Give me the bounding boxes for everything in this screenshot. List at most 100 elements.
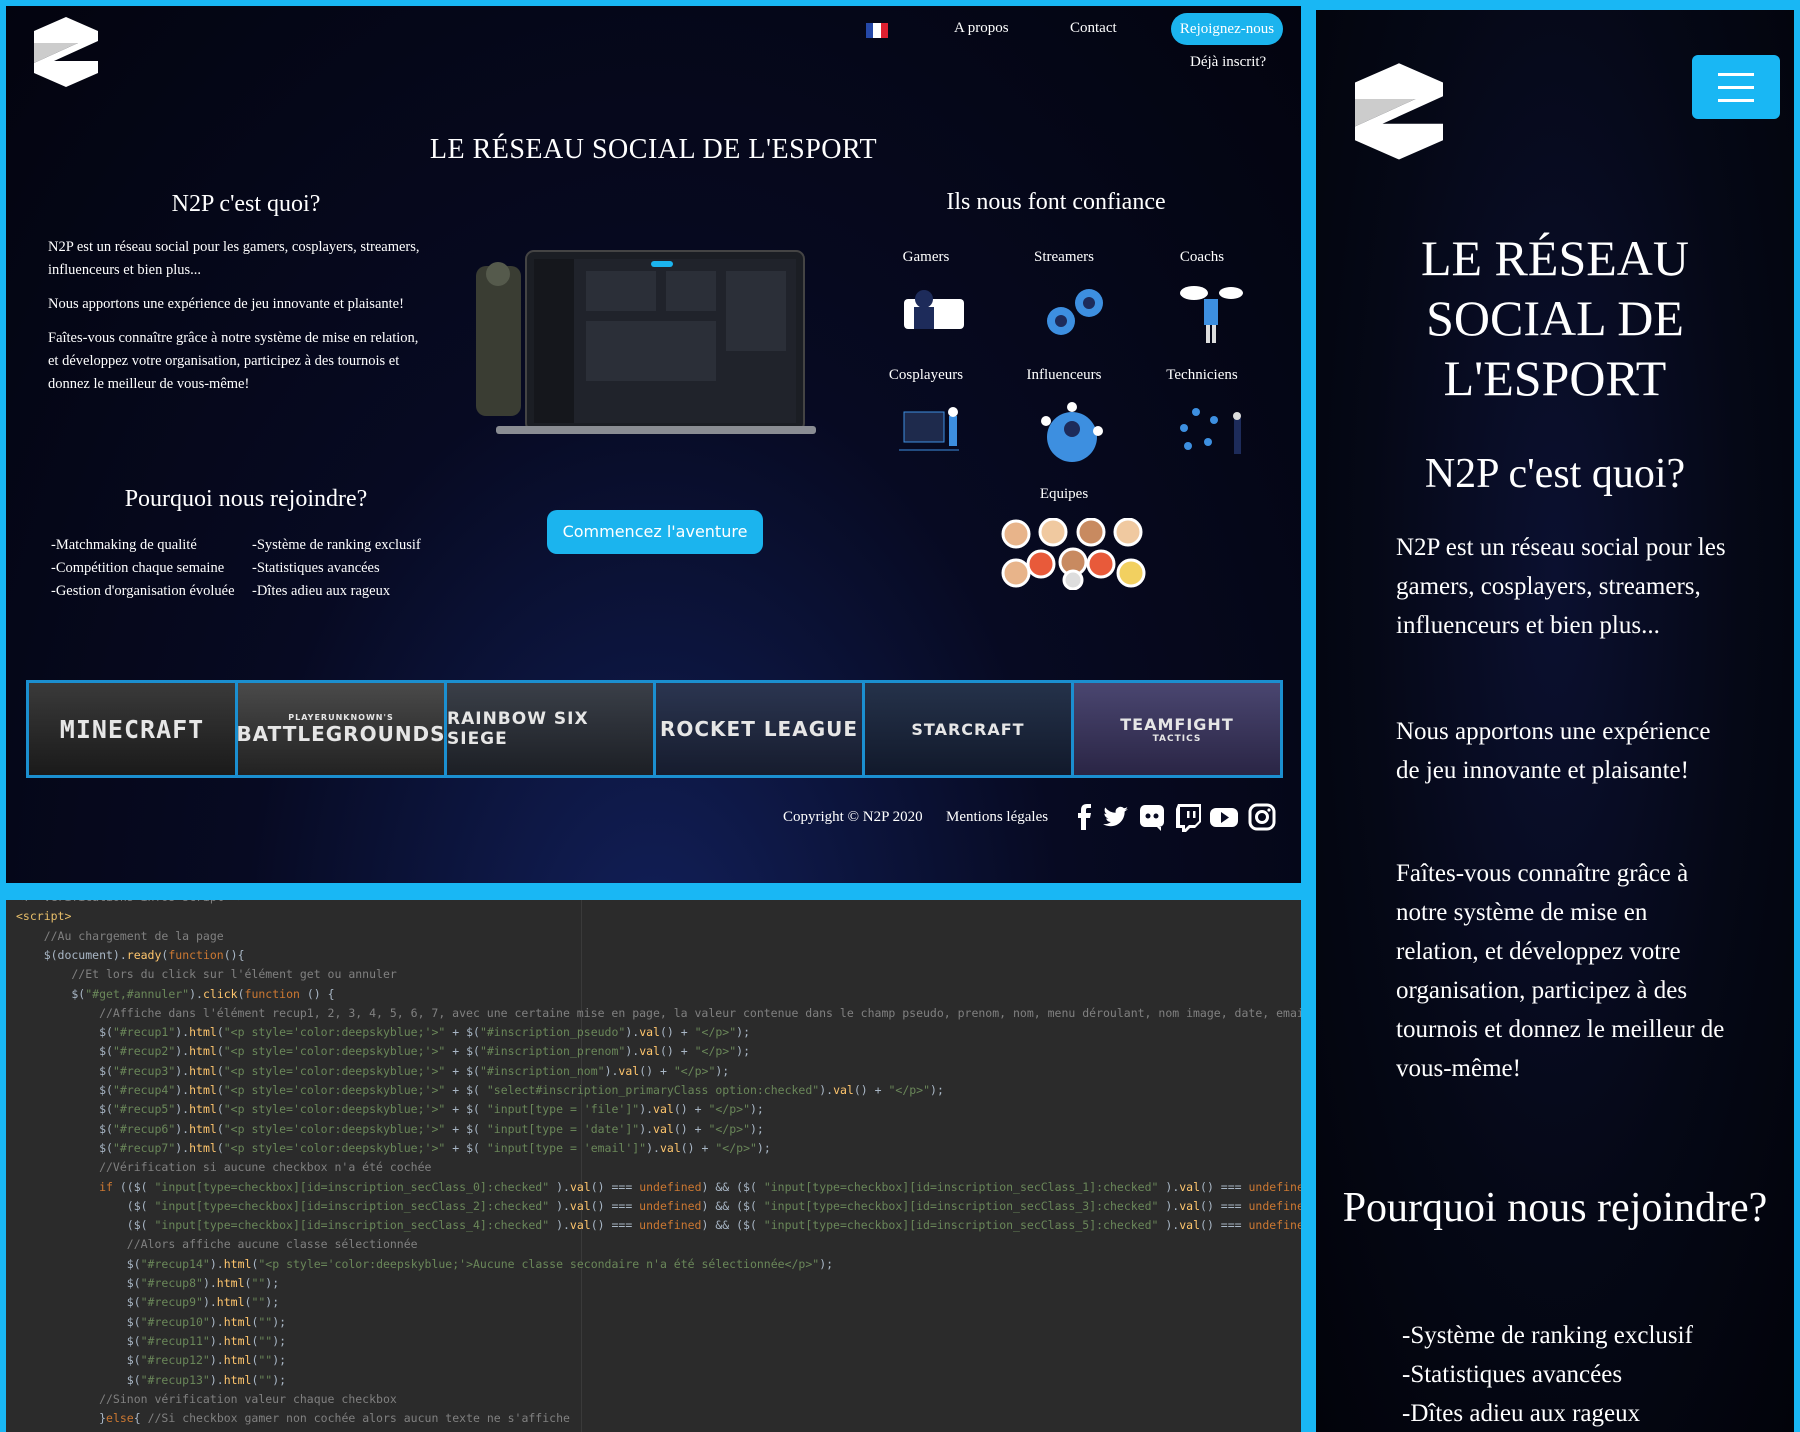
code-line: //Sinon vérification valeur chaque check… [16, 1391, 397, 1406]
code-line: $("#recup10").html(""); [16, 1314, 287, 1329]
code-line: $("#recup6").html("<p style='color:deeps… [16, 1121, 764, 1136]
techniciens-illustration [1180, 408, 1241, 454]
game-subtitle: TACTICS [1152, 733, 1202, 744]
editor-guide-line [581, 900, 582, 1432]
code-line: $("#recup14").html("<p style='color:deep… [16, 1256, 834, 1271]
code-line: <!--Vérifications infos script--> [16, 900, 244, 907]
code-line: ($( "input[type=checkbox][id=inscription… [16, 1218, 1301, 1233]
category-techniciens: Techniciens [1166, 367, 1238, 383]
already-registered-link[interactable]: Déjà inscrit? [1190, 54, 1266, 71]
game-title: STARCRAFT [911, 719, 1025, 739]
mobile-paragraph: N2P est un réseau social pour les gamers… [1396, 534, 1726, 639]
what-paragraph: N2P est un réseau social pour les gamers… [48, 239, 420, 278]
code-line: <script> [16, 909, 72, 924]
nav-about[interactable]: A propos [954, 20, 1009, 37]
what-title: N2P c'est quoi? [171, 191, 321, 217]
coachs-illustration [1180, 286, 1243, 343]
code-line: $("#recup2").html("<p style='color:deeps… [16, 1044, 751, 1059]
category-coachs: Coachs [1179, 249, 1225, 265]
why-title: Pourquoi nous rejoindre? [124, 486, 368, 512]
code-line: $(document).ready(function(){ [16, 947, 245, 962]
code-line: //Au chargement de la page [16, 928, 224, 943]
game-subtitle: PLAYERUNKNOWN'S [288, 712, 394, 722]
game-title: BATTLEGROUNDS [238, 721, 446, 746]
what-paragraph: Nous apportons une expérience de jeu inn… [48, 296, 404, 312]
what-text: N2P est un réseau social pour les gamers… [48, 236, 428, 407]
code-line: //Et lors du click sur l'élément get ou … [16, 967, 397, 982]
code-line: $("#recup13").html(""); [16, 1372, 287, 1387]
code-line: $("#recup4").html("<p style='color:deeps… [16, 1083, 944, 1097]
code-line: //Alors affiche aucune classe sélectionn… [16, 1237, 418, 1252]
game-title: ROCKET LEAGUE [659, 717, 859, 741]
discord-icon[interactable] [1137, 802, 1167, 832]
code-line: $("#get,#annuler").click(function () { [16, 986, 335, 1001]
join-button[interactable]: Rejoignez-nous [1171, 13, 1283, 45]
code-line: $("#recup12").html(""); [16, 1353, 287, 1368]
laptop-mockup-image [476, 250, 816, 434]
code-line: //Vérification si aucune checkbox n'a ét… [16, 1160, 432, 1175]
category-cosplayeurs: Cosplayeurs [888, 367, 964, 383]
code-line: $("#recup3").html("<p style='color:deeps… [16, 1063, 730, 1078]
why-item: -Dîtes adieu aux rageux [252, 583, 391, 599]
cosplayeurs-illustration [899, 407, 959, 451]
code-line: //Affiche dans l'élément recup1, 2, 3, 4… [16, 1005, 1301, 1020]
menu-hamburger-button[interactable] [1692, 55, 1780, 119]
category-influenceurs: Influenceurs [1026, 367, 1102, 383]
mobile-why-item: -Dîtes adieu aux rageux [1402, 1400, 1641, 1427]
game-title: MINECRAFT [59, 714, 205, 744]
why-list-left: -Matchmaking de qualité -Compétition cha… [51, 534, 251, 603]
n2p-logo[interactable] [1334, 55, 1464, 165]
game-minecraft[interactable]: MINECRAFT [29, 683, 238, 775]
youtube-icon[interactable] [1209, 802, 1239, 832]
n2p-logo[interactable] [26, 11, 106, 91]
influenceurs-illustration [1041, 402, 1103, 462]
game-title: RAINBOW SIX SIEGE [447, 709, 589, 749]
trust-title: Ils nous font confiance [946, 189, 1166, 215]
mobile-what-title: N2P c'est quoi? [1424, 451, 1686, 497]
why-list-right: -Système de ranking exclusif -Statistiqu… [252, 534, 452, 603]
category-gamers: Gamers [902, 249, 950, 265]
mobile-why-item: -Système de ranking exclusif [1402, 1322, 1693, 1349]
game-title: TEAMFIGHT [1120, 714, 1234, 734]
page-title: LE RÉSEAU SOCIAL DE L'ESPORT [429, 134, 878, 165]
game-rocket-league[interactable]: ROCKET LEAGUE [656, 683, 865, 775]
why-item: -Statistiques avancées [252, 560, 380, 576]
twitter-icon[interactable] [1100, 802, 1130, 832]
why-item: -Gestion d'organisation évoluée [51, 583, 235, 599]
desktop-screenshot: A propos Contact Rejoignez-nous Déjà ins… [6, 6, 1301, 883]
game-rainbow-six[interactable]: RAINBOW SIX SIEGE [447, 683, 656, 775]
why-item: -Compétition chaque semaine [51, 560, 225, 576]
mobile-paragraph: Nous apportons une expérience de jeu inn… [1396, 718, 1711, 784]
french-flag-icon[interactable] [866, 23, 888, 38]
what-paragraph: Faîtes-vous connaître grâce à notre syst… [48, 330, 419, 392]
game-starcraft[interactable]: STARCRAFT [865, 683, 1074, 775]
mobile-paragraph: Faîtes-vous connaître grâce à notre syst… [1396, 860, 1725, 1082]
mobile-why-title: Pourquoi nous rejoindre? [1342, 1185, 1768, 1231]
code-line: $("#recup1").html("<p style='color:deeps… [16, 1025, 751, 1040]
category-equipes: Equipes [1039, 486, 1089, 502]
code-line: $("#recup9").html(""); [16, 1295, 280, 1310]
mobile-page-title: LE RÉSEAU SOCIAL DE L'ESPORT [1420, 230, 1690, 406]
start-adventure-button[interactable]: Commencez l'aventure [547, 510, 763, 554]
code-line: if (($( "input[type=checkbox][id=inscrip… [99, 1179, 1301, 1194]
legal-link[interactable]: Mentions légales [946, 809, 1048, 826]
code-line: }else{ //Si checkbox gamer non cochée al… [16, 1411, 570, 1426]
game-teamfight-tactics[interactable]: TEAMFIGHT TACTICS [1074, 683, 1280, 775]
games-strip: MINECRAFT PLAYERUNKNOWN'S BATTLEGROUNDS R… [26, 680, 1283, 778]
hamburger-icon [1718, 73, 1754, 102]
instagram-icon[interactable] [1247, 802, 1277, 832]
facebook-icon[interactable] [1069, 802, 1099, 832]
nav-contact[interactable]: Contact [1070, 20, 1117, 37]
gamers-illustration [904, 290, 964, 329]
copyright: Copyright © N2P 2020 [783, 809, 923, 825]
mobile-why-item: -Statistiques avancées [1402, 1361, 1623, 1388]
category-streamers: Streamers [1034, 249, 1094, 265]
twitch-icon[interactable] [1173, 802, 1203, 832]
code-line: $("#recup5").html("<p style='color:deeps… [16, 1102, 764, 1117]
mobile-why-list: -Système de ranking exclusif -Statistiqu… [1402, 1316, 1693, 1432]
code-line: $("#recup11").html(""); [16, 1333, 287, 1348]
game-battlegrounds[interactable]: PLAYERUNKNOWN'S BATTLEGROUNDS [238, 683, 447, 775]
equipes-illustration [1001, 518, 1146, 590]
why-item: -Système de ranking exclusif [252, 537, 421, 553]
why-item: -Matchmaking de qualité [51, 537, 197, 553]
